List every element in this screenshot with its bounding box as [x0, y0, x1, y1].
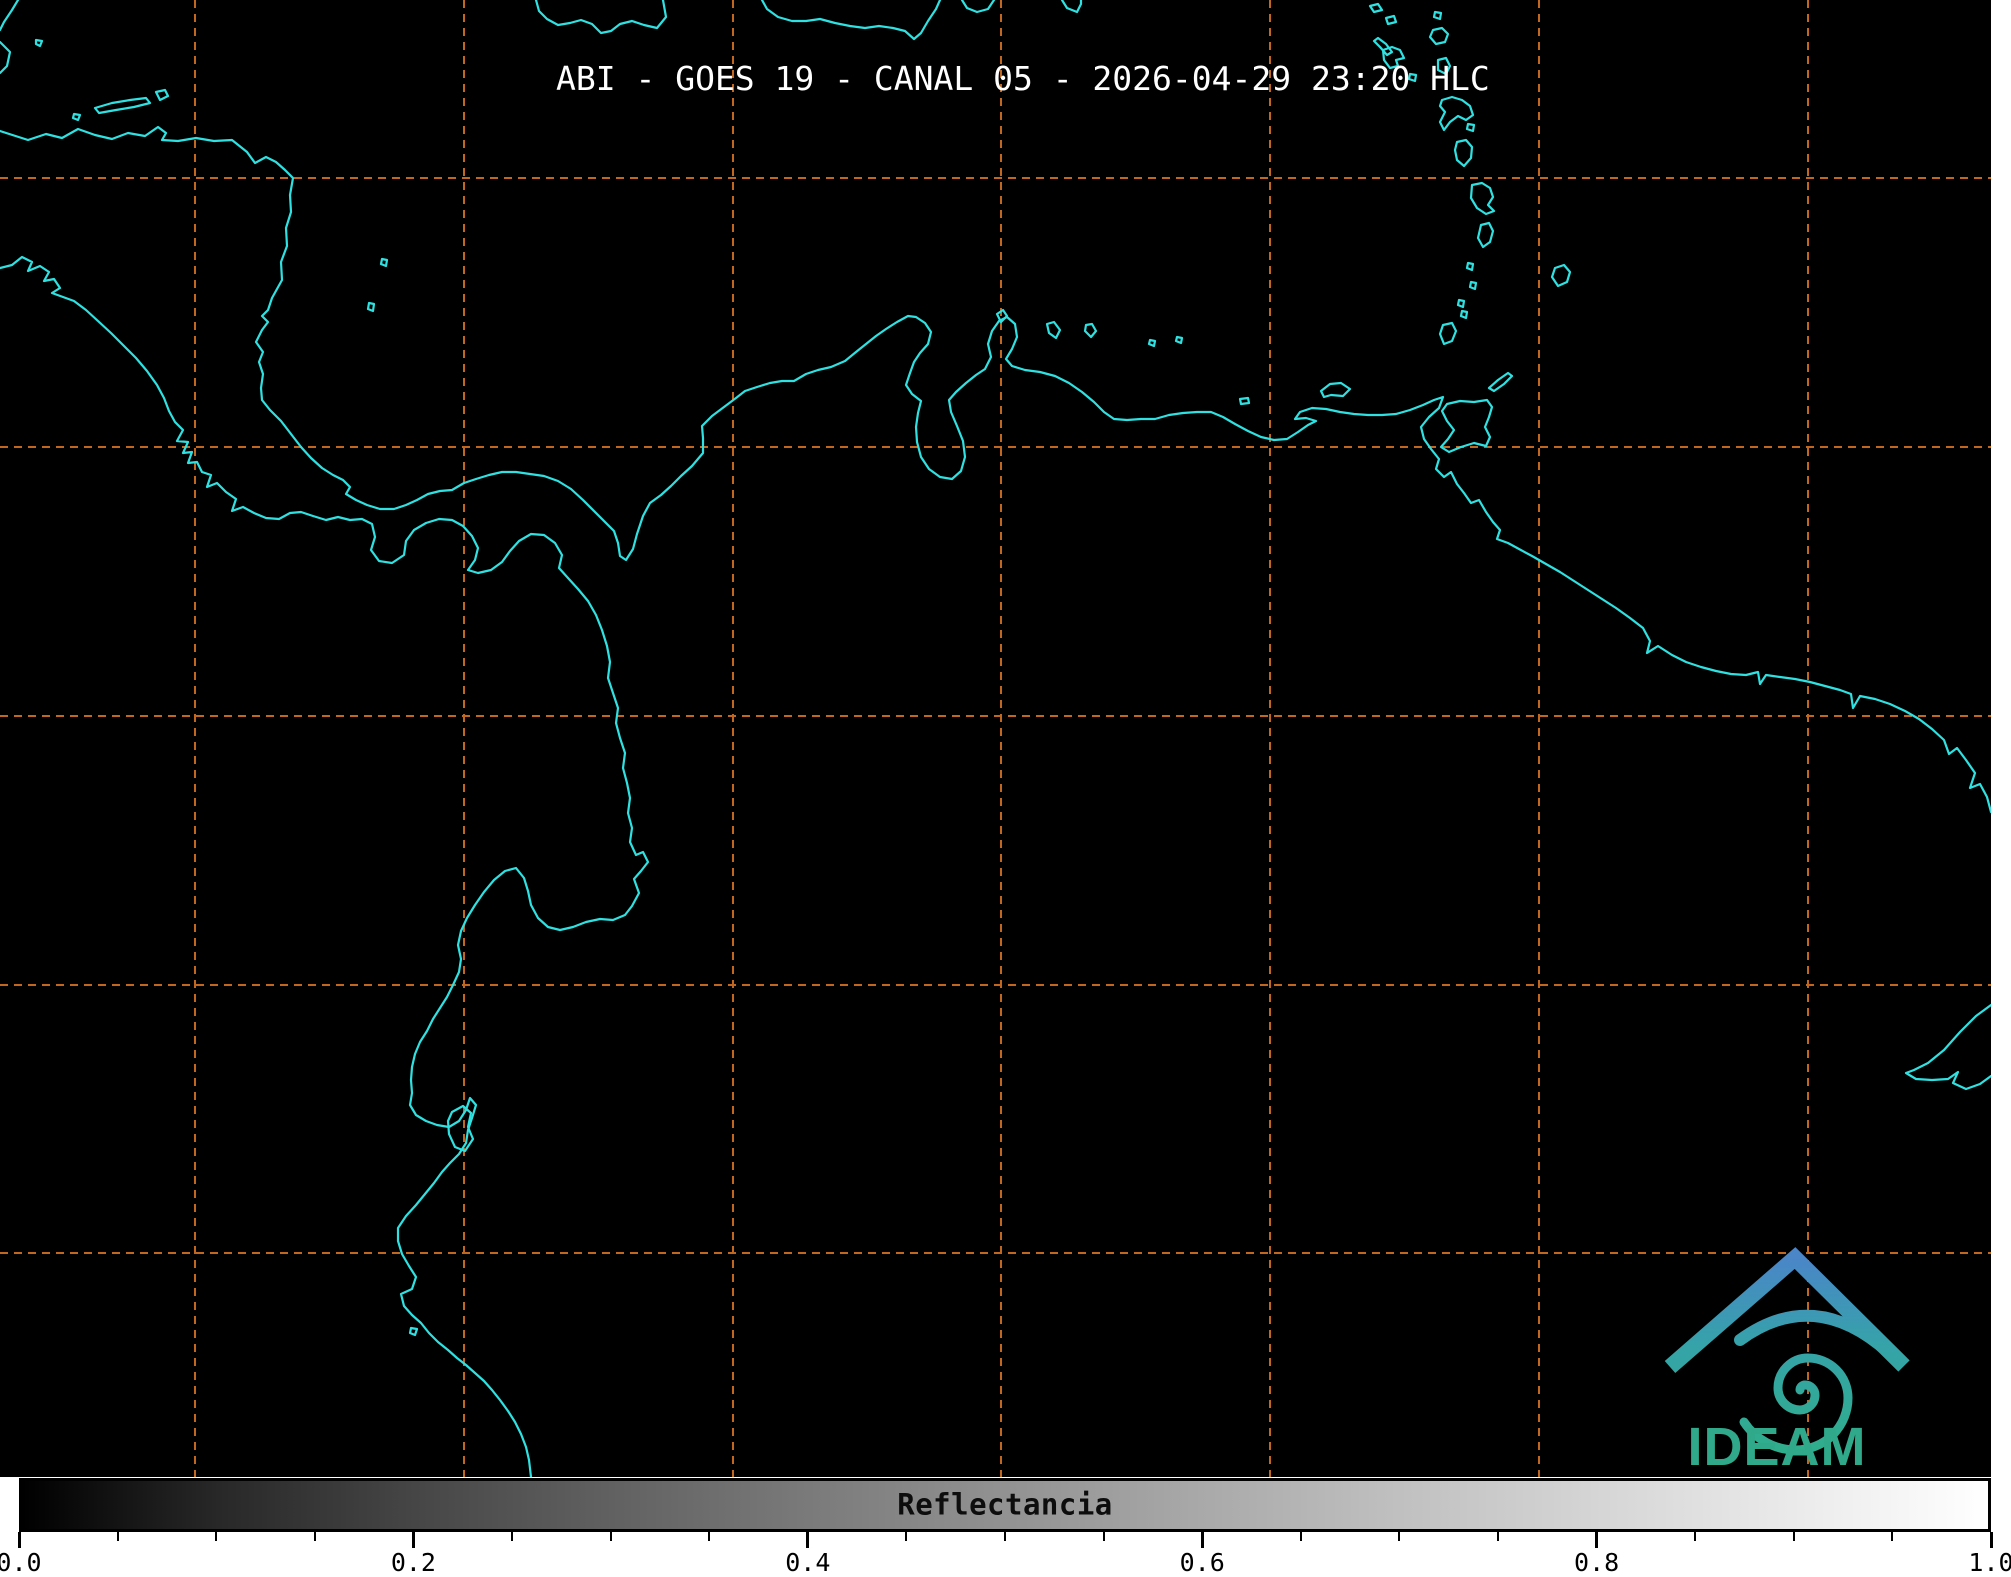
st-vincent-grenadines — [1458, 183, 1494, 318]
colorbar-minor-tick — [1694, 1532, 1696, 1541]
barbados — [1552, 265, 1570, 286]
colorbar-minor-tick — [117, 1532, 119, 1541]
colorbar-minor-tick — [1103, 1532, 1105, 1541]
colorbar-tick-label: 1.0 — [1968, 1548, 2011, 1577]
map-svg: IDEAM — [0, 0, 1991, 1477]
colorbar-minor-tick — [215, 1532, 217, 1541]
colorbar-minor-tick — [1497, 1532, 1499, 1541]
tobago — [1489, 373, 1512, 391]
jamaica-south-coast — [536, 0, 666, 33]
colorbar-minor-tick — [1891, 1532, 1893, 1541]
satellite-image-viewer: IDEAM ABI - GOES 19 - CANAL 05 - 2026-04… — [0, 0, 2011, 1577]
reflectance-colorbar: Reflectancia — [19, 1478, 1991, 1532]
belize-coast-fragments — [0, 0, 42, 73]
pacific-coast-fonseca-to-peru — [0, 257, 648, 1477]
martinique — [1440, 97, 1474, 131]
colorbar-tick-label: 0.0 — [0, 1548, 42, 1577]
colorbar-tick-label: 0.2 — [391, 1548, 436, 1577]
island-fragment-top — [1062, 0, 1081, 12]
amazon-mouth-fragment — [1906, 1005, 1991, 1089]
colorbar-label: Reflectancia — [897, 1487, 1113, 1521]
gridlines-layer — [0, 0, 1991, 1477]
abc-islands — [997, 310, 1182, 346]
map-canvas: IDEAM ABI - GOES 19 - CANAL 05 - 2026-04… — [0, 0, 1991, 1477]
colorbar-major-tick — [1595, 1532, 1598, 1548]
caribbean-coast-honduras-to-guianas — [0, 127, 1991, 812]
colorbar-minor-tick — [1793, 1532, 1795, 1541]
colorbar-minor-tick — [1300, 1532, 1302, 1541]
colorbar-tick-label: 0.8 — [1574, 1548, 1619, 1577]
st-lucia — [1455, 140, 1472, 166]
coastlines-layer — [0, 0, 1991, 1477]
san-andres-providencia — [368, 259, 387, 311]
margarita-tortuga — [1240, 383, 1350, 404]
colorbar-major-tick — [18, 1532, 21, 1548]
colorbar-minor-tick — [610, 1532, 612, 1541]
colorbar-minor-tick — [708, 1532, 710, 1541]
colorbar-minor-tick — [905, 1532, 907, 1541]
colorbar-minor-tick — [511, 1532, 513, 1541]
logo-wordmark: IDEAM — [1688, 1417, 1867, 1477]
colorbar-tick-label: 0.4 — [785, 1548, 830, 1577]
haiti-tiburon-coast — [762, 0, 940, 39]
colorbar-minor-tick — [314, 1532, 316, 1541]
image-title: ABI - GOES 19 - CANAL 05 - 2026-04-29 23… — [556, 62, 1490, 95]
hispaniola-barahona-fragment — [962, 0, 994, 12]
colorbar-minor-tick — [1004, 1532, 1006, 1541]
colorbar-major-tick — [806, 1532, 809, 1548]
lobos-island — [410, 1328, 417, 1335]
trinidad — [1441, 400, 1492, 452]
colorbar-major-tick — [1201, 1532, 1204, 1548]
puna-island — [448, 1106, 473, 1151]
colorbar-tick-label: 0.6 — [1180, 1548, 1225, 1577]
ideam-logo: IDEAM — [1670, 1258, 1904, 1477]
grenada — [1440, 323, 1456, 344]
colorbar-major-tick — [1990, 1532, 1993, 1548]
bay-islands — [73, 90, 168, 120]
colorbar-major-tick — [412, 1532, 415, 1548]
colorbar-minor-tick — [1398, 1532, 1400, 1541]
